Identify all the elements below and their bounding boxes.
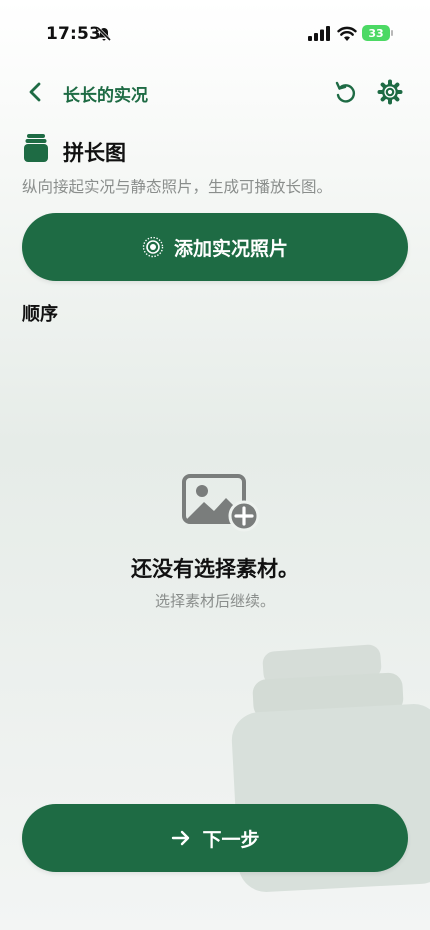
battery-level: 33 bbox=[368, 26, 384, 40]
status-bar: 17:53 33 bbox=[0, 0, 430, 60]
nav-bar: 长长的实况 bbox=[0, 74, 430, 110]
add-photo-icon bbox=[182, 474, 260, 532]
live-photo-icon bbox=[142, 236, 164, 258]
status-time: 17:53 bbox=[46, 24, 102, 44]
back-chevron-icon[interactable] bbox=[24, 80, 48, 104]
reset-icon[interactable] bbox=[332, 79, 358, 105]
stack-icon bbox=[24, 134, 48, 162]
add-live-photo-button[interactable]: 添加实况照片 bbox=[22, 213, 408, 281]
empty-state-title: 还没有选择素材。 bbox=[131, 557, 299, 581]
cellular-signal-icon bbox=[308, 26, 330, 41]
gear-icon[interactable] bbox=[377, 79, 403, 105]
nav-title: 长长的实况 bbox=[63, 86, 148, 106]
arrow-right-icon bbox=[172, 830, 190, 846]
order-heading: 顺序 bbox=[22, 304, 58, 325]
battery-indicator: 33 bbox=[362, 25, 393, 41]
section-subtitle: 纵向接起实况与静态照片，生成可播放长图。 bbox=[22, 178, 333, 196]
next-step-label: 下一步 bbox=[202, 828, 260, 851]
bell-muted-icon bbox=[96, 26, 112, 42]
add-live-photo-label: 添加实况照片 bbox=[173, 237, 288, 260]
section-title: 拼长图 bbox=[63, 141, 126, 165]
next-step-button[interactable]: 下一步 bbox=[22, 804, 408, 872]
empty-state-subtitle: 选择素材后继续。 bbox=[154, 592, 275, 610]
wifi-icon bbox=[337, 26, 357, 41]
